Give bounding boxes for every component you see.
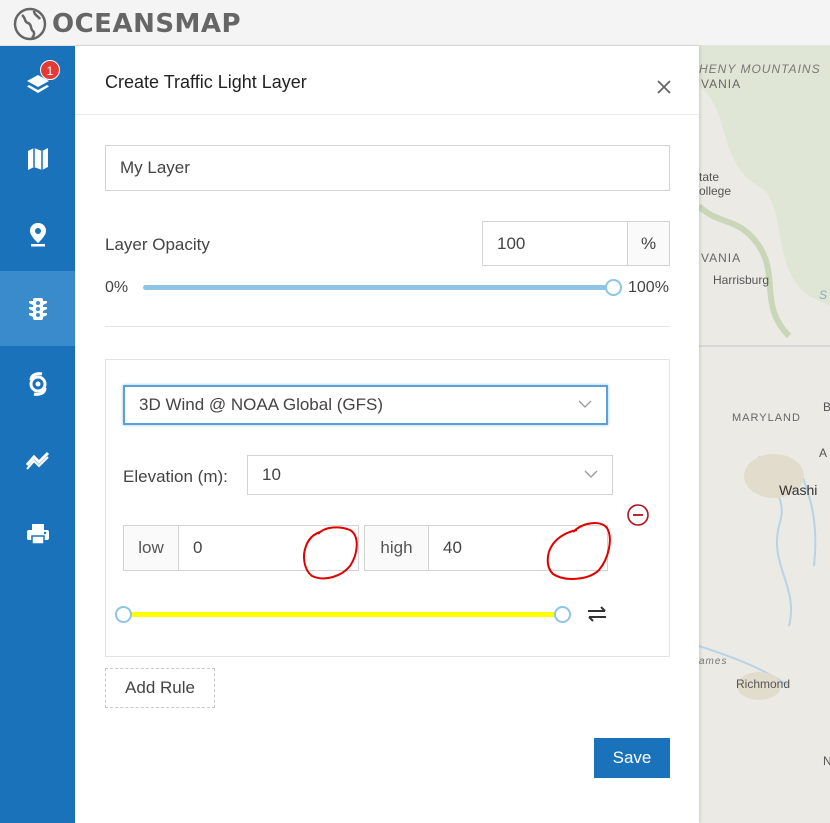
elevation-label: Elevation (m): — [123, 467, 228, 486]
dataset-select-value: 3D Wind @ NOAA Global (GFS) — [139, 395, 383, 414]
dataset-select[interactable]: 3D Wind @ NOAA Global (GFS) — [123, 385, 608, 425]
map-label-james: ames — [699, 656, 728, 667]
print-icon — [26, 523, 49, 545]
opacity-slider-handle[interactable] — [605, 279, 622, 296]
map-label-state-north: VANIA — [701, 77, 742, 91]
sidebar-item-trend[interactable] — [0, 421, 75, 496]
range-slider-high-handle[interactable] — [554, 606, 571, 623]
range-slider-low-handle[interactable] — [115, 606, 132, 623]
add-rule-button[interactable]: Add Rule — [105, 668, 215, 708]
low-value-input[interactable]: 0 — [178, 525, 359, 571]
sidebar: 1 — [0, 46, 75, 823]
low-label-addon: low — [123, 525, 179, 571]
sidebar-item-print[interactable] — [0, 496, 75, 571]
brand-logo[interactable]: OCEANSMAP — [12, 6, 241, 42]
map-label-state-college-1: tate — [699, 170, 720, 184]
map-label-washington: Washi — [779, 482, 818, 498]
map-terrain-background — [699, 46, 830, 823]
hurricane-icon — [29, 371, 46, 396]
opacity-slider-track[interactable] — [143, 285, 614, 290]
header-divider — [75, 114, 699, 115]
map-icon — [27, 147, 48, 170]
map-label-s: S — [819, 288, 829, 302]
map-label-richmond: Richmond — [736, 677, 791, 691]
sidebar-item-layers[interactable]: 1 — [0, 46, 75, 121]
globe-logo-icon — [13, 7, 47, 41]
high-value-input[interactable]: 40 — [428, 525, 608, 571]
map-label-b: B — [823, 400, 830, 414]
trend-chart-icon — [25, 451, 49, 470]
map-label-mountains: HENY MOUNTAINS — [699, 62, 821, 76]
map-label-a: A — [819, 446, 828, 460]
layer-name-input[interactable]: My Layer — [105, 145, 670, 191]
elevation-select-value: 10 — [262, 465, 281, 484]
map-label-maryland: MARYLAND — [732, 412, 801, 424]
sidebar-item-location[interactable] — [0, 196, 75, 271]
map-label-state-mid: VANIA — [701, 251, 742, 265]
sidebar-item-hurricane[interactable] — [0, 346, 75, 421]
layers-count-badge: 1 — [40, 60, 60, 80]
remove-rule-icon[interactable] — [626, 503, 650, 527]
chevron-down-icon — [584, 470, 598, 478]
top-bar: OCEANSMAP — [0, 0, 830, 46]
high-label-addon: high — [364, 525, 429, 571]
sidebar-item-map[interactable] — [0, 121, 75, 196]
map-label-harrisburg: Harrisburg — [713, 273, 770, 287]
opacity-max-label: 100% — [628, 279, 669, 296]
map-view[interactable]: HENY MOUNTAINS VANIA tate ollege VANIA H… — [699, 46, 830, 823]
opacity-input[interactable]: 100 — [482, 221, 628, 266]
opacity-min-label: 0% — [105, 279, 129, 296]
save-button[interactable]: Save — [594, 738, 670, 778]
chevron-down-icon — [578, 400, 592, 408]
elevation-select[interactable]: 10 — [247, 455, 613, 495]
panel-title: Create Traffic Light Layer — [105, 72, 307, 92]
section-divider — [105, 326, 670, 327]
map-label-state-college-2: ollege — [699, 184, 732, 198]
swap-arrows-icon[interactable] — [585, 605, 609, 623]
create-layer-panel: Create Traffic Light Layer My Layer Laye… — [75, 46, 699, 823]
map-label-n: N — [823, 754, 830, 768]
traffic-light-icon — [28, 297, 47, 320]
sidebar-item-traffic-light[interactable] — [0, 271, 75, 346]
opacity-unit-addon: % — [627, 221, 670, 266]
location-pin-icon — [29, 222, 46, 246]
close-icon[interactable] — [653, 76, 675, 98]
range-slider-track[interactable] — [130, 612, 561, 617]
opacity-label: Layer Opacity — [105, 235, 210, 254]
brand-name: OCEANSMAP — [52, 9, 242, 39]
